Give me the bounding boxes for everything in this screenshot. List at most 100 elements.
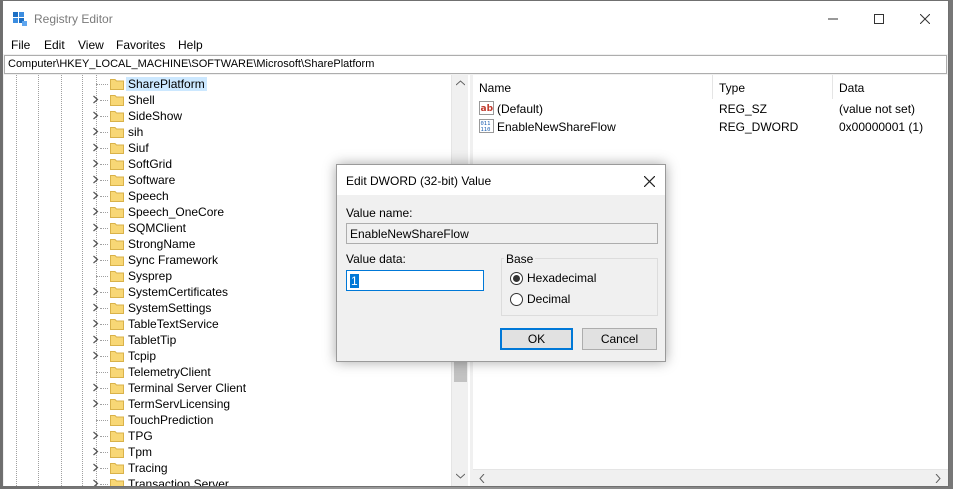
tree-item[interactable]: Siuf: [4, 140, 450, 156]
dialog-title-bar[interactable]: Edit DWORD (32-bit) Value: [337, 165, 665, 195]
binary-value-icon: 011 110: [479, 119, 494, 133]
tree-connector: [100, 404, 108, 405]
menu-favorites[interactable]: Favorites: [116, 38, 165, 52]
value-name-label: Value name:: [346, 206, 413, 220]
folder-icon: [110, 239, 124, 250]
tree-scroll-thumb[interactable]: [454, 362, 467, 382]
folder-icon: [110, 79, 124, 90]
tree-item[interactable]: TermServLicensing: [4, 396, 450, 412]
minimize-button[interactable]: [810, 1, 856, 36]
minimize-icon: [828, 18, 838, 19]
base-label: Base: [504, 252, 536, 266]
tree-item[interactable]: Terminal Server Client: [4, 380, 450, 396]
expand-chevron-icon[interactable]: [91, 399, 100, 408]
tree-connector: [96, 276, 108, 277]
menu-view[interactable]: View: [78, 38, 104, 52]
tree-item[interactable]: Shell: [4, 92, 450, 108]
base-groupbox: [501, 258, 658, 316]
column-header-data[interactable]: Data: [833, 75, 948, 99]
tree-connector: [100, 292, 108, 293]
value-data-input[interactable]: 1: [346, 270, 484, 291]
expand-chevron-icon[interactable]: [91, 479, 100, 486]
hexadecimal-radio[interactable]: [510, 272, 523, 285]
tree-connector: [100, 484, 108, 485]
expand-chevron-icon[interactable]: [91, 463, 100, 472]
expand-chevron-icon[interactable]: [91, 111, 100, 120]
menu-edit[interactable]: Edit: [44, 38, 65, 52]
folder-icon: [110, 447, 124, 458]
svg-text:110: 110: [481, 127, 491, 133]
expand-chevron-icon[interactable]: [91, 255, 100, 264]
menu-help[interactable]: Help: [178, 38, 203, 52]
column-header-name[interactable]: Name: [473, 75, 713, 99]
ok-button[interactable]: OK: [500, 328, 573, 350]
tree-item[interactable]: sih: [4, 124, 450, 140]
tree-connector: [100, 116, 108, 117]
maximize-button[interactable]: [856, 1, 902, 36]
scroll-right-icon[interactable]: [935, 474, 941, 483]
tree-connector: [100, 196, 108, 197]
tree-item[interactable]: SharePlatform: [4, 76, 450, 92]
tree-item[interactable]: SideShow: [4, 108, 450, 124]
expand-chevron-icon[interactable]: [91, 319, 100, 328]
folder-icon: [110, 271, 124, 282]
value-row-enablenewshareflow[interactable]: 011 110 EnableNewShareFlow REG_DWORD 0x0…: [473, 118, 948, 136]
tree-item[interactable]: TouchPrediction: [4, 412, 450, 428]
expand-chevron-icon[interactable]: [91, 127, 100, 136]
folder-icon: [110, 175, 124, 186]
decimal-radio[interactable]: [510, 293, 523, 306]
close-button[interactable]: [902, 1, 948, 36]
column-header-type[interactable]: Type: [713, 75, 833, 99]
scroll-left-icon[interactable]: [479, 474, 485, 483]
scroll-up-icon[interactable]: [456, 80, 465, 86]
value-data-text: 1: [350, 274, 359, 288]
expand-chevron-icon[interactable]: [91, 191, 100, 200]
tree-connector: [100, 164, 108, 165]
expand-chevron-icon[interactable]: [91, 207, 100, 216]
expand-chevron-icon[interactable]: [91, 175, 100, 184]
folder-icon: [110, 415, 124, 426]
expand-chevron-icon[interactable]: [91, 287, 100, 296]
expand-chevron-icon[interactable]: [91, 303, 100, 312]
expand-chevron-icon[interactable]: [91, 447, 100, 456]
tree-connector: [100, 308, 108, 309]
tree-connector: [100, 388, 108, 389]
menu-file[interactable]: File: [11, 38, 30, 52]
tree-item[interactable]: Transaction Server: [4, 476, 450, 486]
tree-item-label: sih: [128, 125, 144, 139]
tree-connector: [100, 228, 108, 229]
address-bar[interactable]: Computer\HKEY_LOCAL_MACHINE\SOFTWARE\Mic…: [4, 55, 947, 74]
expand-chevron-icon[interactable]: [91, 383, 100, 392]
expand-chevron-icon[interactable]: [91, 351, 100, 360]
tree-connector: [100, 468, 108, 469]
list-horizontal-scrollbar[interactable]: [473, 469, 948, 486]
title-bar[interactable]: Registry Editor: [3, 1, 948, 36]
decimal-label[interactable]: Decimal: [527, 292, 570, 306]
tree-connector: [100, 148, 108, 149]
close-icon: [920, 13, 930, 24]
tree-item[interactable]: Tracing: [4, 460, 450, 476]
tree-item-label: Speech_OneCore: [128, 205, 225, 219]
hexadecimal-label[interactable]: Hexadecimal: [527, 271, 596, 285]
dialog-close-button[interactable]: [639, 171, 659, 191]
tree-item-label: Speech: [128, 189, 169, 203]
expand-chevron-icon[interactable]: [91, 95, 100, 104]
tree-item-label: SystemSettings: [128, 301, 212, 315]
value-data: (value not set): [839, 102, 916, 116]
expand-chevron-icon[interactable]: [91, 431, 100, 440]
registry-editor-icon: [13, 12, 27, 26]
tree-item[interactable]: Tpm: [4, 444, 450, 460]
expand-chevron-icon[interactable]: [91, 143, 100, 152]
expand-chevron-icon[interactable]: [91, 159, 100, 168]
tree-item[interactable]: TPG: [4, 428, 450, 444]
value-row-default[interactable]: ab (Default) REG_SZ (value not set): [473, 100, 948, 118]
tree-item[interactable]: TelemetryClient: [4, 364, 450, 380]
expand-chevron-icon[interactable]: [91, 239, 100, 248]
expand-chevron-icon[interactable]: [91, 223, 100, 232]
folder-icon: [110, 431, 124, 442]
scroll-down-icon[interactable]: [456, 473, 465, 479]
cancel-button[interactable]: Cancel: [582, 328, 657, 350]
expand-chevron-icon[interactable]: [91, 335, 100, 344]
tree-item-label: SoftGrid: [128, 157, 173, 171]
tree-item-label: SQMClient: [128, 221, 187, 235]
